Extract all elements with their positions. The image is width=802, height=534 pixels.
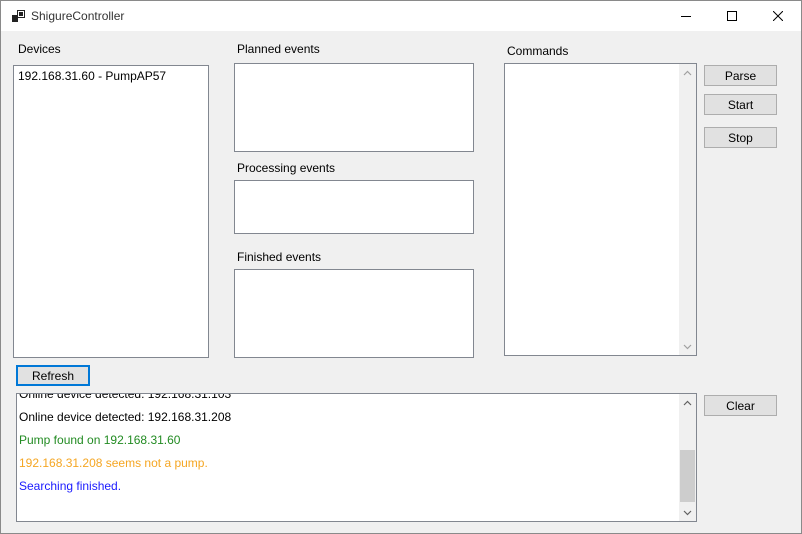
parse-button[interactable]: Parse [704,65,777,86]
maximize-button[interactable] [709,1,755,31]
finished-events-label: Finished events [237,250,322,264]
commands-textbox[interactable] [504,63,697,356]
log-line: 192.168.31.208 seems not a pump. [19,456,208,470]
clear-button[interactable]: Clear [704,395,777,416]
minimize-button[interactable] [663,1,709,31]
chevron-up-icon[interactable] [679,64,696,81]
log-textbox[interactable]: Online device detected: 192.168.31.103 O… [16,393,697,522]
device-item[interactable]: 192.168.31.60 - PumpAP57 [18,69,166,83]
chevron-down-icon[interactable] [679,504,696,521]
commands-label: Commands [507,44,569,58]
log-line: Online device detected: 192.168.31.208 [19,410,232,424]
maximize-icon [727,11,737,21]
title-bar[interactable]: ShigureController [1,1,801,31]
main-window: ShigureController Devices 192.168.31.60 … [0,0,802,534]
app-icon [12,10,25,22]
log-scrollbar-thumb[interactable] [680,450,695,502]
log-line: Online device detected: 192.168.31.103 [19,393,232,401]
log-line: Searching finished. [19,479,122,493]
minimize-icon [681,16,691,17]
planned-events-list[interactable] [234,63,474,152]
processing-events-list[interactable] [234,180,474,234]
planned-events-label: Planned events [237,42,320,56]
stop-button[interactable]: Stop [704,127,777,148]
chevron-down-icon[interactable] [679,338,696,355]
log-scrollbar[interactable] [679,394,696,521]
close-icon [773,11,783,21]
log-line: Pump found on 192.168.31.60 [19,433,181,447]
finished-events-list[interactable] [234,269,474,358]
start-button[interactable]: Start [704,94,777,115]
commands-scrollbar[interactable] [679,64,696,355]
devices-label: Devices [18,42,61,56]
processing-events-label: Processing events [237,161,336,175]
devices-list[interactable]: 192.168.31.60 - PumpAP57 [13,65,209,358]
window-title: ShigureController [31,9,125,23]
chevron-up-icon[interactable] [679,394,696,411]
close-button[interactable] [755,1,801,31]
refresh-button[interactable]: Refresh [16,365,90,386]
